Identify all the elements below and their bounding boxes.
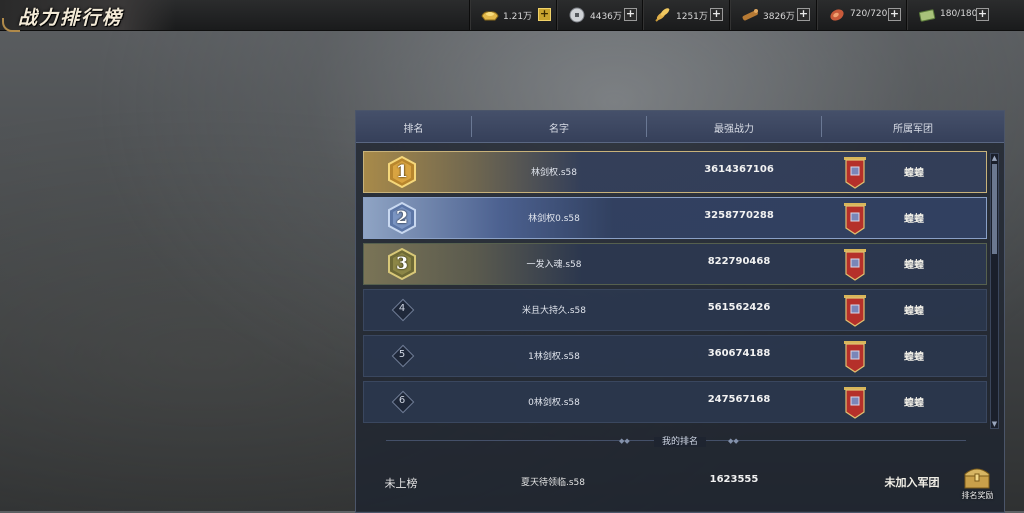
my-legion-status: 未加入军团 (884, 476, 940, 489)
my-rank-label: 我的排名 (356, 434, 1004, 447)
legion-name: 蝗蝗 (904, 260, 924, 271)
title-area: 战力排行榜 (0, 0, 175, 32)
resource-value: 1251万 (676, 12, 708, 22)
my-player-power: 1623555 (709, 474, 759, 485)
player-power: 3614367106 (704, 164, 774, 175)
player-power: 3258770288 (704, 210, 774, 221)
rank-number: 1 (396, 162, 408, 182)
divider-ornament-icon: ◆◆ (728, 437, 739, 445)
table-row[interactable]: 2 林剑权0.s58 3258770288 蝗蝗 (363, 197, 987, 239)
gold-ingot-icon (481, 11, 499, 21)
player-power: 561562426 (707, 302, 771, 313)
page-title: 战力排行榜 (18, 7, 124, 29)
bronze-medal-icon: 3 (386, 248, 418, 280)
table-row[interactable]: 5 1林剑权.s58 360674188 蝗蝗 (363, 335, 987, 377)
silver-coin-icon (569, 7, 585, 23)
legion-banner-icon (844, 157, 866, 189)
player-power: 247567168 (707, 394, 771, 405)
grain-icon (655, 8, 670, 22)
rank-number: 3 (396, 254, 408, 274)
player-name: 林剑权0.s58 (528, 214, 580, 224)
legion-name: 蝗蝗 (904, 168, 924, 179)
rank-diamond: 6 (391, 390, 415, 414)
player-power: 822790468 (707, 256, 771, 267)
resource-value: 180/180 (940, 9, 978, 19)
header-rank: 排名 (403, 124, 424, 135)
silver-medal-icon: 2 (386, 202, 418, 234)
player-name: 1林剑权.s58 (528, 352, 580, 362)
my-rank-row: 未上榜 夏天待领临.s58 1623555 未加入军团 (356, 456, 1004, 512)
player-power: 360674188 (707, 348, 771, 359)
resource-gold: 1.21万 + (469, 0, 557, 30)
rank-number: 4 (398, 303, 406, 314)
resource-value: 4436万 (590, 12, 622, 22)
add-stamina-button[interactable]: + (888, 8, 901, 21)
ranking-panel: 排名 名字 最强战力 所属军团 1 林剑权.s58 3614367106 蝗蝗 … (355, 110, 1005, 513)
meat-stamina-icon (830, 9, 844, 21)
add-wood-button[interactable]: + (797, 8, 810, 21)
table-header: 排名 名字 最强战力 所属军团 (356, 111, 1004, 143)
my-rank-label-text: 我的排名 (653, 437, 706, 447)
legion-name: 蝗蝗 (904, 306, 924, 317)
legion-banner-icon (844, 341, 866, 373)
resource-wood: 3826万 + (729, 0, 817, 30)
banknote-icon (919, 9, 936, 22)
rank-number: 5 (398, 349, 406, 360)
add-gold-button[interactable]: + (538, 8, 551, 21)
resource-value: 3826万 (763, 12, 795, 22)
add-silver-button[interactable]: + (624, 8, 637, 21)
my-player-name: 夏天待领临.s58 (520, 478, 585, 488)
table-row[interactable]: 1 林剑权.s58 3614367106 蝗蝗 (363, 151, 987, 193)
gold-medal-icon: 1 (386, 156, 418, 188)
player-name: 米且大持久.s58 (521, 306, 586, 316)
treasure-chest-icon (964, 468, 990, 489)
resource-value: 1.21万 (503, 12, 533, 22)
resource-stamina: 720/720 + (816, 0, 907, 30)
legion-name: 蝗蝗 (904, 214, 924, 225)
legion-banner-icon (844, 203, 866, 235)
legion-banner-icon (844, 295, 866, 327)
wood-icon (742, 9, 758, 21)
rank-reward-button[interactable]: 排名奖励 (955, 462, 1000, 510)
rank-number: 2 (396, 208, 408, 228)
table-row[interactable]: 4 米且大持久.s58 561562426 蝗蝗 (363, 289, 987, 331)
scroll-thumb[interactable] (992, 164, 997, 254)
player-name: 0林剑权.s58 (528, 398, 580, 408)
scroll-down-icon[interactable]: ▼ (991, 420, 998, 428)
legion-name: 蝗蝗 (904, 352, 924, 363)
add-banknote-button[interactable]: + (976, 8, 989, 21)
resource-banknote: 180/180 + (906, 0, 1024, 30)
rank-diamond: 5 (391, 344, 415, 368)
header-legion: 所属军团 (893, 124, 933, 135)
scroll-up-icon[interactable]: ▲ (991, 154, 998, 162)
player-name: 一发入魂.s58 (526, 260, 582, 270)
player-name: 林剑权.s58 (530, 168, 577, 178)
rank-number: 6 (398, 395, 406, 406)
my-rank-value: 未上榜 (384, 477, 418, 490)
resource-silver: 4436万 + (556, 0, 643, 30)
rank-reward-label: 排名奖励 (961, 491, 994, 500)
top-bar: 战力排行榜 1.21万 + 4436万 + 1251万 + 3826万 + 72… (0, 0, 1024, 32)
legion-banner-icon (844, 249, 866, 281)
resource-value: 720/720 (850, 9, 888, 19)
table-row[interactable]: 3 一发入魂.s58 822790468 蝗蝗 (363, 243, 987, 285)
legion-name: 蝗蝗 (904, 398, 924, 409)
header-name: 名字 (549, 124, 569, 135)
add-grain-button[interactable]: + (710, 8, 723, 21)
resource-grain: 1251万 + (642, 0, 730, 30)
legion-banner-icon (844, 387, 866, 419)
header-power: 最强战力 (714, 124, 754, 135)
rank-diamond: 4 (391, 298, 415, 322)
list-scrollbar[interactable]: ▲ ▼ (990, 153, 999, 429)
table-row[interactable]: 6 0林剑权.s58 247567168 蝗蝗 (363, 381, 987, 423)
